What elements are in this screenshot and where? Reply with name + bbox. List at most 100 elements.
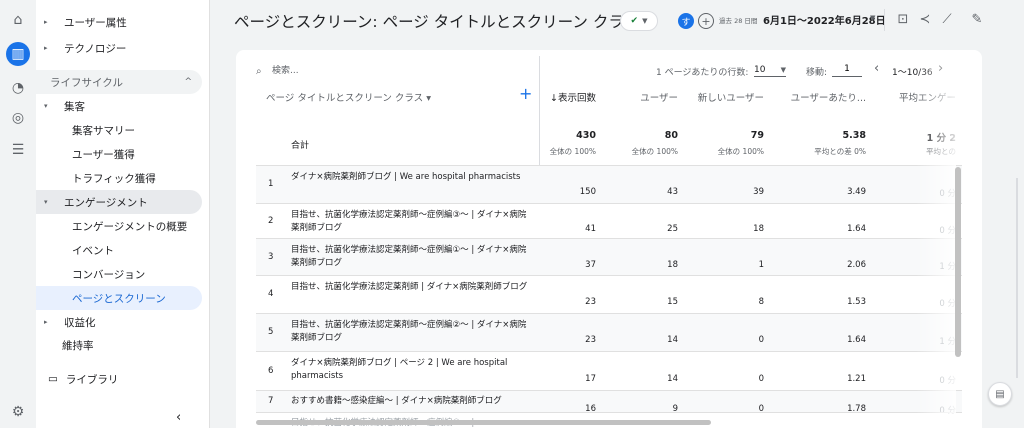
row-index: 7 (268, 396, 274, 406)
goto-label: 移動: (806, 68, 828, 78)
row-dimension-value[interactable]: 目指せ、抗菌化学療法認定薬剤師～症例編③～ | ダイナ×病院薬剤師ブログ (291, 209, 531, 235)
configure-icon[interactable]: ☰ (8, 140, 28, 160)
chevron-down-icon: ▼ (780, 65, 786, 74)
row-metric-value: 2.06 (847, 259, 866, 270)
table-row[interactable]: 5 目指せ、抗菌化学療法認定薬剤師～症例編②～ | ダイナ×病院薬剤師ブログ 23 1… (256, 313, 962, 351)
sidebar-item-label: 収益化 (64, 316, 96, 329)
column-header[interactable]: ユーザーあたり... (791, 90, 866, 104)
rows-per-page-select[interactable]: 10 ▼ (754, 63, 786, 77)
sidebar-item[interactable]: ページとスクリーン (36, 286, 202, 310)
row-index: 5 (268, 327, 274, 337)
folder-icon: ▭ (48, 373, 58, 385)
add-comparison-button[interactable]: + (698, 13, 714, 29)
sidebar-item[interactable]: ▾ エンゲージメント (36, 190, 202, 214)
row-dimension-value[interactable]: ダイナ×病院薬剤師ブログ | We are hospital pharmacis… (291, 171, 531, 184)
customize-report-icon[interactable]: ⊡ (894, 10, 912, 28)
table-row[interactable]: 3 目指せ、抗菌化学療法認定薬剤師～症例編①～ | ダイナ×病院薬剤師ブログ 37 1… (256, 238, 962, 275)
sidebar-item-label: ページとスクリーン (72, 292, 166, 305)
row-dimension-value[interactable]: 目指せ、抗菌化学療法認定薬剤師～症例編①～ | ダイナ×病院薬剤師ブログ (291, 244, 531, 270)
rows-per-page-value: 10 (754, 64, 766, 75)
chevron-right-icon: ▸ (44, 318, 48, 326)
horizontal-scrollbar[interactable] (256, 420, 711, 425)
row-metric-value: 25 (667, 223, 678, 234)
date-chevron-down-icon[interactable]: ▼ (870, 14, 875, 22)
sidebar-item-label: エンゲージメント (64, 196, 148, 209)
vertical-scrollbar[interactable] (955, 167, 961, 357)
total-subtext: 平均との差 0% (814, 147, 866, 156)
expand-more-icon: ▾ (44, 198, 48, 206)
column-header[interactable]: ↓表示回数 (550, 90, 596, 104)
row-metric-value: 14 (667, 335, 678, 345)
total-subtext: 全体の 100% (631, 147, 678, 156)
total-value: 430 (576, 130, 596, 141)
feedback-icon[interactable]: ▤ (988, 382, 1012, 406)
table-row[interactable]: 2 目指せ、抗菌化学療法認定薬剤師～症例編③～ | ダイナ×病院薬剤師ブログ 41 2… (256, 203, 962, 238)
row-metric-value: 17 (585, 373, 596, 384)
row-dimension-value[interactable]: 目指せ、抗菌化学療法認定薬剤師～症例編②～ | ダイナ×病院薬剤師ブログ (291, 319, 531, 345)
sidebar-item[interactable]: 集客サマリー (36, 118, 202, 142)
expand-less-icon: ^ (184, 77, 192, 87)
row-dimension-value[interactable]: ダイナ×病院薬剤師ブログ | ページ 2 | We are hospital p… (291, 357, 531, 383)
sidebar-item[interactable]: コンバージョン (36, 262, 202, 286)
row-metric-value: 18 (667, 259, 678, 270)
rows-per-page-label: 1 ページあたりの行数: (656, 68, 749, 78)
sidebar-item-label: ライブラリ (65, 373, 119, 386)
total-subtext: 全体の 100% (717, 147, 764, 156)
add-dimension-button[interactable]: + (519, 84, 532, 103)
expand-more-icon: ▾ (44, 102, 48, 110)
total-label: 合計 (291, 141, 310, 151)
right-separator (1016, 178, 1018, 378)
sidebar-item[interactable]: 維持率 (36, 333, 202, 357)
prev-page-button[interactable]: ‹ (874, 61, 879, 76)
share-icon[interactable]: ≺ (916, 10, 934, 28)
row-dimension-value[interactable]: おすすめ書籍～感染症編～ | ダイナ×病院薬剤師ブログ (291, 395, 531, 408)
data-status-button[interactable]: ✔ ▼ (620, 11, 658, 31)
sidebar-item[interactable]: イベント (36, 238, 202, 262)
settings-icon[interactable]: ⚙ (8, 402, 28, 422)
chevron-right-icon: ▸ (44, 18, 48, 26)
sidebar-item-label: ライフサイクル (50, 76, 123, 89)
row-dimension-value[interactable]: 目指せ、抗菌化学療法認定薬剤師 | ダイナ×病院薬剤師ブログ (291, 281, 531, 294)
sidebar-item[interactable]: ▸ 収益化 (36, 310, 202, 334)
sidebar-item-label: 集客 (64, 100, 85, 113)
sidebar-item[interactable]: ▾ 集客 (36, 94, 202, 118)
explore-icon[interactable]: ◔ (8, 78, 28, 98)
date-range-picker[interactable]: 6月1日～2022年6月28日 (763, 12, 886, 27)
sidebar-item[interactable]: ▸ テクノロジー (36, 36, 202, 60)
reports-icon[interactable]: ▥ (6, 42, 30, 66)
goto-page-input[interactable] (832, 62, 862, 77)
column-header[interactable]: 新しいユーザー (698, 90, 764, 104)
row-metric-value: 14 (667, 373, 678, 384)
table-row[interactable]: 1 ダイナ×病院薬剤師ブログ | We are hospital pharmaci… (256, 165, 962, 203)
date-range-prefix: 過去 28 日間 (719, 17, 758, 25)
row-metric-value: 39 (753, 187, 764, 197)
sidebar-item[interactable]: ライフサイクル ^ (36, 70, 202, 94)
insights-icon[interactable]: ⟋ (938, 10, 956, 28)
dimension-header[interactable]: ページ タイトルとスクリーン クラス ▾ (266, 90, 431, 104)
row-index: 4 (268, 289, 274, 299)
table-row[interactable]: 4 目指せ、抗菌化学療法認定薬剤師 | ダイナ×病院薬剤師ブログ 23 15 8 1.53… (256, 275, 962, 313)
search-icon: ⌕ (256, 66, 262, 77)
collapse-sidebar-button[interactable]: ‹ (176, 410, 181, 425)
home-icon[interactable]: ⌂ (8, 10, 28, 30)
row-metric-value: 1.21 (847, 373, 866, 384)
sidebar-item[interactable]: ▭ ライブラリ (36, 367, 202, 391)
total-value: 79 (750, 130, 764, 141)
search-input[interactable] (272, 63, 492, 79)
sidebar-item-label: テクノロジー (64, 42, 127, 55)
sidebar-item[interactable]: エンゲージメントの概要 (36, 214, 202, 238)
table-row[interactable]: 6 ダイナ×病院薬剤師ブログ | ページ 2 | We are hospital … (256, 351, 962, 390)
row-index: 3 (268, 251, 274, 262)
sidebar-item-label: 維持率 (62, 339, 94, 352)
column-header[interactable]: ユーザー (640, 90, 678, 104)
table-row[interactable]: 7おすすめ書籍～感染症編～ | ダイナ×病院薬剤師ブログ16901.780 分 (256, 390, 962, 416)
comparison-avatar[interactable]: す (678, 13, 694, 29)
advertising-icon[interactable]: ◎ (8, 108, 28, 128)
sidebar-item[interactable]: ▸ ユーザー属性 (36, 10, 202, 34)
sidebar-item[interactable]: ユーザー獲得 (36, 142, 202, 166)
row-metric-value: 41 (585, 223, 596, 234)
dimension-header-label: ページ タイトルとスクリーン クラス (266, 93, 424, 104)
sidebar-item[interactable]: トラフィック獲得 (36, 166, 202, 190)
row-metric-value: 43 (667, 187, 678, 197)
sidebar-item-label: 集客サマリー (72, 124, 135, 137)
